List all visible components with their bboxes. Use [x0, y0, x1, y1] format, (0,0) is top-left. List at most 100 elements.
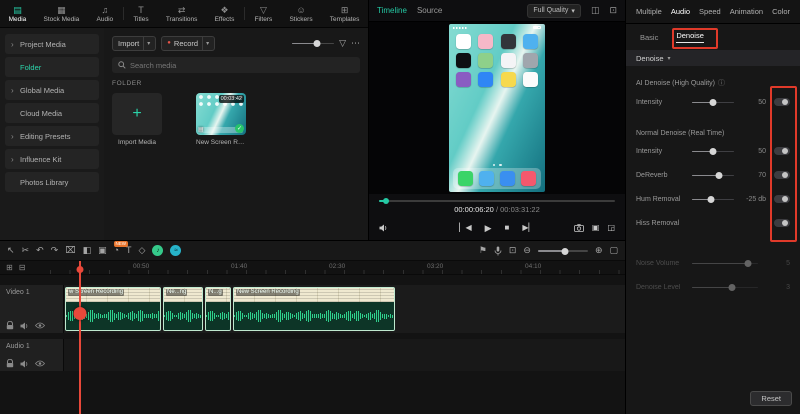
tab-source-preview[interactable]: Source	[417, 6, 442, 15]
dereverb-toggle[interactable]	[774, 171, 790, 179]
timeline-clip[interactable]: Ne...ng	[163, 287, 203, 331]
speed-tool[interactable]: ◔ NEW	[113, 241, 129, 255]
slider-handle[interactable]	[715, 172, 723, 179]
chevron-down-icon[interactable]: ▾	[143, 36, 150, 50]
tab-transitions[interactable]: ⇄ Transitions	[157, 0, 206, 27]
timeline-zoom-slider[interactable]	[537, 246, 588, 256]
mask-icon[interactable]: ◧	[83, 246, 92, 255]
display-settings-icon[interactable]: ⊡	[609, 6, 617, 15]
tab-titles[interactable]: T Titles	[125, 0, 158, 27]
slider-handle[interactable]	[561, 247, 569, 255]
add-track-icon[interactable]: ⊞	[6, 263, 13, 272]
delete-icon[interactable]: ⌧	[65, 246, 75, 255]
tab-timeline-preview[interactable]: Timeline	[377, 6, 407, 15]
normal-intensity-slider[interactable]	[692, 146, 734, 156]
clip-thumbnail-box[interactable]: 00:03:42 ▤ ✓	[196, 93, 246, 135]
playhead[interactable]	[73, 261, 87, 414]
slider-handle[interactable]	[709, 148, 717, 155]
marker-icon[interactable]: ⚑	[479, 246, 487, 255]
tab-effects[interactable]: ❖ Effects	[206, 0, 243, 27]
lock-track-icon[interactable]	[6, 359, 14, 368]
voiceover-mic-icon[interactable]	[494, 246, 502, 256]
text-tool-icon[interactable]: T	[126, 246, 132, 255]
hum-removal-slider[interactable]	[692, 194, 734, 204]
slider-handle[interactable]	[313, 40, 321, 47]
pip-view-icon[interactable]: ◫	[591, 6, 600, 15]
tab-multiple[interactable]: Multiple	[636, 7, 662, 16]
preview-stage[interactable]	[369, 22, 625, 194]
import-media-tile[interactable]: + Import Media	[112, 93, 162, 146]
reset-button[interactable]: Reset	[750, 391, 792, 406]
playhead-handle[interactable]	[73, 307, 87, 320]
crop-icon[interactable]: ▣	[98, 246, 107, 255]
more-options-icon[interactable]: ⋯	[351, 38, 360, 48]
mute-track-icon[interactable]	[20, 322, 29, 330]
volume-icon[interactable]	[379, 224, 388, 232]
play-button[interactable]: ▶	[485, 223, 492, 233]
import-media-tile-box[interactable]: +	[112, 93, 162, 135]
mute-track-icon[interactable]	[20, 360, 29, 368]
next-frame-button[interactable]: ▶▏	[522, 224, 534, 232]
scrubber-handle[interactable]	[383, 197, 390, 204]
stop-button[interactable]: ■	[505, 224, 510, 232]
zoom-in-icon[interactable]: ⊕	[595, 246, 603, 255]
lock-track-icon[interactable]	[6, 321, 14, 330]
snapshot-camera-icon[interactable]	[573, 224, 584, 232]
ai-intensity-slider[interactable]	[692, 97, 734, 107]
tab-stock-media[interactable]: ▦ Stock Media	[35, 0, 88, 27]
subtab-basic[interactable]: Basic	[640, 33, 658, 42]
keyframe-icon[interactable]: ◇	[139, 246, 146, 255]
sidebar-item-folder[interactable]: Folder	[5, 57, 99, 77]
select-tool-icon[interactable]: ↖	[7, 246, 15, 255]
sidebar-item-editing-presets[interactable]: › Editing Presets	[5, 126, 99, 146]
sidebar-item-photos-library[interactable]: Photos Library	[5, 172, 99, 192]
info-icon[interactable]: ⓘ	[718, 78, 725, 88]
tab-stickers[interactable]: ☺ Stickers	[281, 0, 321, 27]
sidebar-item-cloud-media[interactable]: Cloud Media	[5, 103, 99, 123]
sidebar-item-project-media[interactable]: › Project Media	[5, 34, 99, 54]
subtab-denoise[interactable]: Denoise	[676, 31, 704, 43]
tab-speed[interactable]: Speed	[699, 7, 721, 16]
fit-timeline-icon[interactable]: ▢	[609, 246, 618, 255]
import-button[interactable]: Import ▾	[112, 35, 157, 51]
tab-audio[interactable]: ♫ Audio	[88, 0, 122, 27]
playhead-head[interactable]	[76, 266, 84, 273]
sidebar-item-global-media[interactable]: › Global Media	[5, 80, 99, 100]
hide-track-icon[interactable]	[35, 360, 45, 367]
redo-icon[interactable]: ↷	[51, 246, 59, 255]
previous-frame-button[interactable]: ▏◀	[459, 224, 471, 232]
track-options-icon[interactable]: ⊟	[19, 263, 26, 272]
timeline-ruler[interactable]: ⊞ ⊟ 00:50 01:40 02:30 03:20 04:10	[0, 261, 625, 275]
thumbnail-size-slider[interactable]	[292, 38, 335, 48]
clip-thumbnail-tile[interactable]: 00:03:42 ▤ ✓ New Screen Recordi...	[196, 93, 246, 146]
tab-audio-settings[interactable]: Audio	[671, 7, 690, 16]
normal-denoise-toggle[interactable]	[774, 147, 790, 155]
crop-view-icon[interactable]: ▣	[592, 224, 600, 232]
audio-track-lane[interactable]	[64, 339, 625, 371]
collapse-chevron-icon[interactable]: ▾	[668, 55, 671, 62]
undo-icon[interactable]: ↶	[36, 246, 44, 255]
screen-record-icon[interactable]: ⊡	[509, 246, 517, 255]
audio-stretch-icon[interactable]: ≈	[170, 245, 182, 256]
chevron-down-icon[interactable]: ▾	[202, 36, 209, 50]
sidebar-item-influence-kit[interactable]: › Influence Kit	[5, 149, 99, 169]
timeline-clip[interactable]: New Screen Recording	[233, 287, 395, 331]
filter-funnel-icon[interactable]: ▽	[339, 38, 346, 48]
slider-handle[interactable]	[707, 196, 715, 203]
hide-track-icon[interactable]	[35, 322, 45, 329]
slider-handle[interactable]	[709, 99, 717, 106]
fullscreen-icon[interactable]: ◲	[607, 224, 615, 232]
tab-templates[interactable]: ⊞ Templates	[321, 0, 368, 27]
playback-scrubber[interactable]	[379, 197, 615, 205]
split-icon[interactable]: ✂	[22, 246, 30, 255]
video-track-lane[interactable]: w Screen Recording Ne...ng N...g New Scr…	[64, 285, 625, 333]
timeline-clip[interactable]: N...g	[205, 287, 231, 331]
hum-removal-toggle[interactable]	[774, 195, 790, 203]
hiss-removal-toggle[interactable]	[774, 219, 790, 227]
tab-animation[interactable]: Animation	[730, 7, 763, 16]
ai-denoise-toggle[interactable]	[774, 98, 790, 106]
zoom-out-icon[interactable]: ⊖	[523, 246, 531, 255]
quality-selector[interactable]: Full Quality ▾	[527, 3, 581, 18]
search-input[interactable]	[130, 60, 354, 70]
smart-audio-icon[interactable]: ♪	[152, 245, 164, 256]
